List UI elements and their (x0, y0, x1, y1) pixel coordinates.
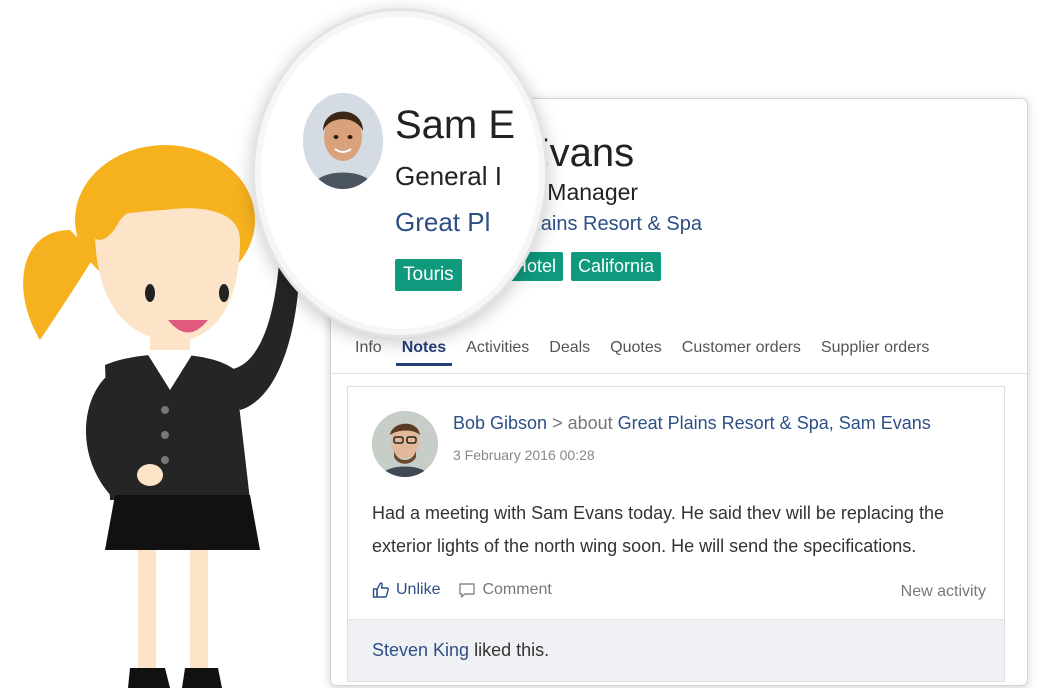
note-author-avatar[interactable] (372, 411, 438, 477)
magnified-contact-company[interactable]: Great Pl (395, 207, 490, 238)
tag-california[interactable]: California (571, 252, 662, 281)
contact-company-link[interactable]: Plains Resort & Spa (523, 213, 702, 236)
note-author-link[interactable]: Bob Gibson (453, 413, 547, 433)
contact-tabs: Info Notes Activities Deals Quotes Custo… (355, 339, 929, 366)
note-actions: Unlike Comment (372, 581, 552, 599)
note-about-prefix: > about (547, 413, 618, 433)
tab-customer-orders[interactable]: Customer orders (682, 339, 801, 366)
note-item: Bob Gibson > about Great Plains Resort &… (347, 386, 1005, 682)
tab-notes[interactable]: Notes (395, 339, 453, 366)
magnified-contact-role: General I (395, 161, 502, 191)
tab-supplier-orders[interactable]: Supplier orders (821, 339, 930, 366)
thumbs-up-icon (372, 582, 389, 598)
note-header: Bob Gibson > about Great Plains Resort &… (453, 413, 931, 434)
new-activity-link[interactable]: New activity (901, 583, 986, 601)
contact-avatar[interactable] (303, 93, 383, 189)
liked-suffix: liked this. (469, 640, 550, 660)
unlike-label: Unlike (396, 581, 441, 598)
likes-text: Steven King liked this. (372, 640, 549, 661)
comment-bubble-icon (459, 583, 476, 598)
magnified-contact-name: Sam E (395, 103, 516, 147)
note-about-link[interactable]: Great Plains Resort & Spa, Sam Evans (618, 413, 931, 433)
tab-info[interactable]: Info (355, 339, 382, 366)
note-body: Had a meeting with Sam Evans today. He s… (372, 503, 944, 556)
comment-label: Comment (482, 581, 552, 598)
magnifier-lens: Sam E General I Great Pl Touris (252, 8, 548, 338)
note-timestamp: 3 February 2016 00:28 (453, 447, 595, 463)
liker-link[interactable]: Steven King (372, 640, 469, 660)
comment-button[interactable]: Comment (458, 581, 552, 599)
unlike-button[interactable]: Unlike (372, 581, 440, 599)
tabs-divider (331, 373, 1027, 374)
tab-quotes[interactable]: Quotes (610, 339, 662, 366)
likes-bar: Steven King liked this. (348, 619, 1004, 681)
magnified-tag-tourism[interactable]: Touris (395, 259, 462, 291)
tab-deals[interactable]: Deals (549, 339, 590, 366)
tab-activities[interactable]: Activities (466, 339, 529, 366)
